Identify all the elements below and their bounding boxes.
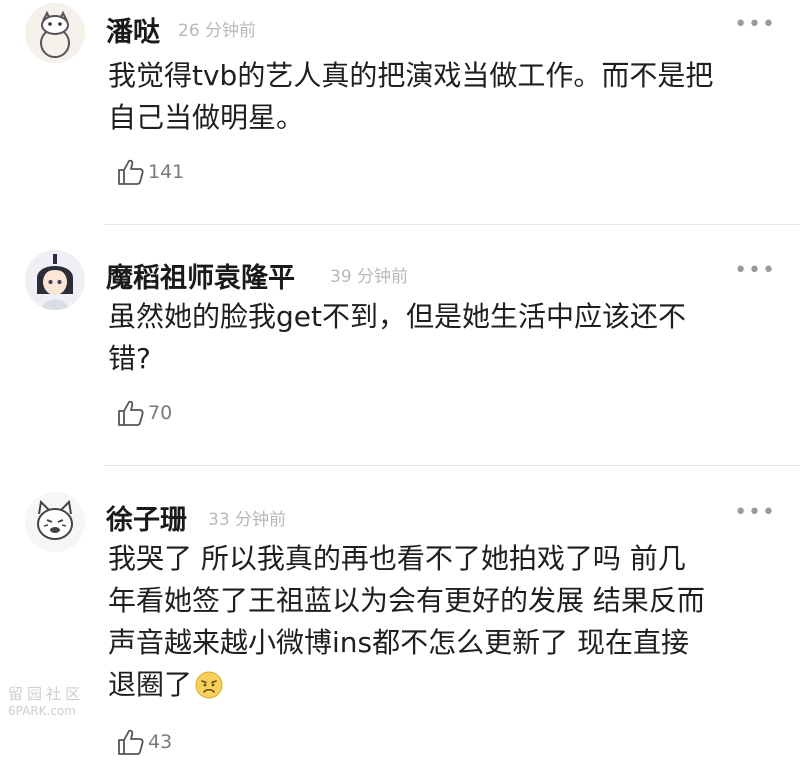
more-options-icon[interactable]: ••• [734,500,776,525]
comment-line: 我哭了 所以我真的再也看不了她拍戏了吗 前几 [108,542,686,575]
like-count: 141 [148,161,185,183]
more-options-icon[interactable]: ••• [734,258,776,283]
divider [104,224,800,225]
timestamp: 26 分钟前 [178,21,257,41]
comment-line: 年看她签了王祖蓝以为会有更好的发展 结果反而 [108,584,705,617]
sad-face-emoji-icon [195,671,223,699]
divider [104,465,800,466]
avatar[interactable] [25,3,85,63]
like-button[interactable]: 141 [116,157,184,187]
like-count: 70 [148,402,173,424]
username[interactable]: 徐子珊 [106,498,187,537]
watermark: 留园社区 6PARK.com [8,683,84,718]
comment-line: 退圈了 [108,668,193,701]
thumbs-up-icon [118,729,144,755]
comment-line-with-emoji: 退圈了 [108,664,768,706]
comment-line: 声音越来越小微博ins都不怎么更新了 现在直接 [108,626,690,659]
comment-line: 自己当做明星。 [108,101,305,134]
avatar[interactable] [25,250,85,310]
meme-face-avatar-icon [25,492,85,552]
watermark-title: 留园社区 [8,685,85,703]
thumbs-up-icon [118,400,144,426]
comment-text: 我哭了 所以我真的再也看不了她拍戏了吗 前几 年看她签了王祖蓝以为会有更好的发展… [108,538,768,706]
timestamp: 33 分钟前 [208,510,287,530]
comment-text: 虽然她的脸我get不到，但是她生活中应该还不 错? [108,296,768,380]
username[interactable]: 魔稻祖师袁隆平 [106,256,295,295]
comment-item: 潘哒 26 分钟前 ••• 我觉得tvb的艺人真的把演戏当做工作。而不是把 自己… [0,0,800,220]
watermark-site: 6PARK.com [8,704,76,718]
comment-item: 徐子珊 33 分钟前 ••• 我哭了 所以我真的再也看不了她拍戏了吗 前几 年看… [0,480,800,779]
more-options-icon[interactable]: ••• [734,12,776,37]
like-button[interactable]: 43 [116,727,172,757]
thumbs-up-icon [118,159,144,185]
like-count: 43 [148,731,173,753]
timestamp: 39 分钟前 [330,267,409,287]
cartoon-cat-avatar-icon [25,3,85,63]
comment-line: 我觉得tvb的艺人真的把演戏当做工作。而不是把 [108,59,714,92]
anime-character-avatar-icon [25,250,85,310]
comment-line: 虽然她的脸我get不到，但是她生活中应该还不 [108,300,686,333]
comment-text: 我觉得tvb的艺人真的把演戏当做工作。而不是把 自己当做明星。 [108,55,768,139]
username[interactable]: 潘哒 [106,10,160,49]
avatar[interactable] [25,492,85,552]
comment-item: 魔稻祖师袁隆平 39 分钟前 ••• 虽然她的脸我get不到，但是她生活中应该还… [0,240,800,460]
comment-line: 错? [108,342,151,375]
like-button[interactable]: 70 [116,398,172,428]
